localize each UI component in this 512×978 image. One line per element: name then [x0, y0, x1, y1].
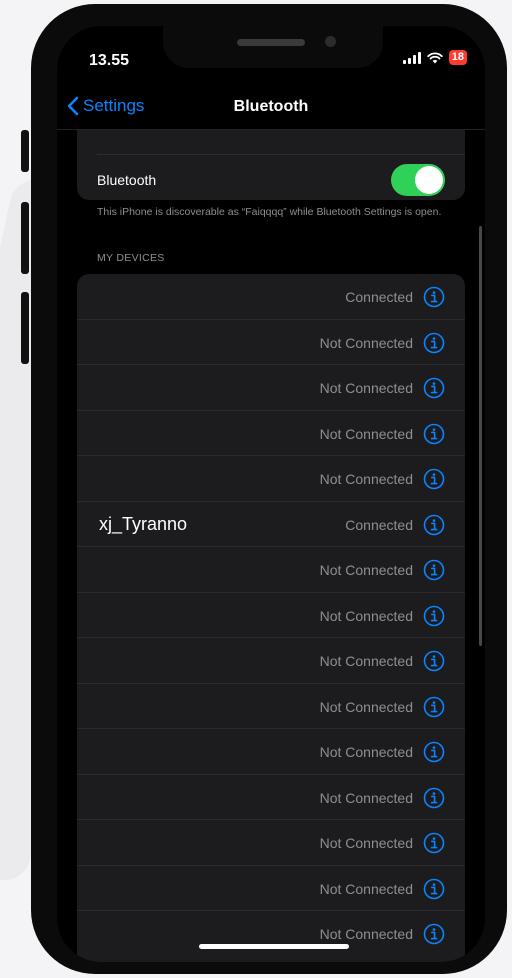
phone-frame: 13.55 18 Settings Bluetooth Bluetooth Th…: [31, 4, 507, 974]
device-row[interactable]: Not Connected: [77, 593, 465, 638]
earpiece-speaker: [237, 39, 305, 46]
device-name: xj_Tyranno: [99, 513, 188, 534]
bluetooth-label: Bluetooth: [97, 172, 157, 188]
home-indicator[interactable]: [199, 944, 349, 949]
device-status: Not Connected: [319, 835, 413, 851]
phone-screen: 13.55 18 Settings Bluetooth Bluetooth Th…: [57, 26, 485, 962]
device-status: Not Connected: [319, 425, 413, 442]
device-row[interactable]: Not Connected: [77, 456, 465, 502]
info-icon[interactable]: [423, 923, 445, 945]
device-row[interactable]: Not Connected: [77, 638, 465, 684]
row-separator: [97, 154, 465, 155]
phone-volume-up-button: [21, 202, 29, 274]
device-row[interactable]: xj_Tyranno Connected: [77, 502, 465, 547]
page-title: Bluetooth: [233, 98, 309, 115]
device-status: Not Connected: [319, 698, 413, 715]
notch: [163, 26, 383, 68]
info-icon[interactable]: [423, 377, 445, 399]
device-status: Not Connected: [319, 562, 413, 578]
device-row[interactable]: Not Connected: [77, 911, 465, 957]
device-row[interactable]: Not Connected: [77, 729, 465, 775]
info-icon[interactable]: [423, 286, 445, 308]
info-icon[interactable]: [423, 650, 445, 672]
device-status: Not Connected: [319, 926, 413, 942]
phone-volume-down-button: [21, 292, 29, 364]
info-icon[interactable]: [423, 514, 445, 536]
device-row[interactable]: Not Connected: [77, 320, 465, 365]
signal-icon: [402, 51, 421, 64]
info-icon[interactable]: [423, 832, 445, 854]
toggle-knob: [415, 166, 443, 194]
device-row[interactable]: Not Connected: [77, 547, 465, 593]
info-icon[interactable]: [423, 423, 445, 445]
info-icon[interactable]: [423, 741, 445, 763]
device-status: Connected: [345, 516, 413, 533]
phone-mute-switch: [21, 130, 29, 172]
status-icons: 18: [402, 50, 467, 65]
navigation-bar: Settings Bluetooth: [57, 86, 485, 130]
device-status: Not Connected: [319, 880, 413, 897]
device-row[interactable]: Not Connected: [77, 365, 465, 411]
device-status: Connected: [345, 289, 413, 305]
device-row[interactable]: Not Connected: [77, 775, 465, 820]
info-icon[interactable]: [423, 468, 445, 490]
device-row[interactable]: Connected: [77, 274, 465, 320]
device-status: Not Connected: [319, 607, 413, 624]
info-icon[interactable]: [423, 605, 445, 627]
my-devices-header: MY DEVICES: [97, 252, 165, 264]
device-row[interactable]: Not Connected: [77, 820, 465, 866]
bluetooth-group: Bluetooth: [77, 130, 465, 200]
device-row[interactable]: Not Connected: [77, 684, 465, 729]
info-icon[interactable]: [423, 332, 445, 354]
info-icon[interactable]: [423, 696, 445, 718]
info-icon[interactable]: [423, 559, 445, 581]
info-icon[interactable]: [423, 787, 445, 809]
device-status: Not Connected: [319, 653, 413, 669]
discoverable-description: This iPhone is discoverable as “Faiqqqq”…: [97, 206, 442, 218]
device-status: Not Connected: [319, 380, 413, 396]
bluetooth-toggle[interactable]: [391, 164, 445, 196]
device-status: Not Connected: [319, 471, 413, 487]
front-camera: [325, 36, 336, 47]
device-status: Not Connected: [319, 789, 413, 806]
info-icon[interactable]: [423, 878, 445, 900]
device-status: Not Connected: [319, 744, 413, 760]
device-status: Not Connected: [319, 334, 413, 351]
device-row[interactable]: Not Connected: [77, 866, 465, 911]
my-devices-list: Connected Not Connected Not Connected Not C…: [77, 274, 465, 962]
device-row[interactable]: Not Connected: [77, 411, 465, 456]
wifi-icon: [427, 51, 443, 63]
status-time: 13.55: [89, 52, 130, 69]
scroll-indicator[interactable]: [479, 226, 482, 646]
battery-icon: 18: [448, 50, 467, 65]
